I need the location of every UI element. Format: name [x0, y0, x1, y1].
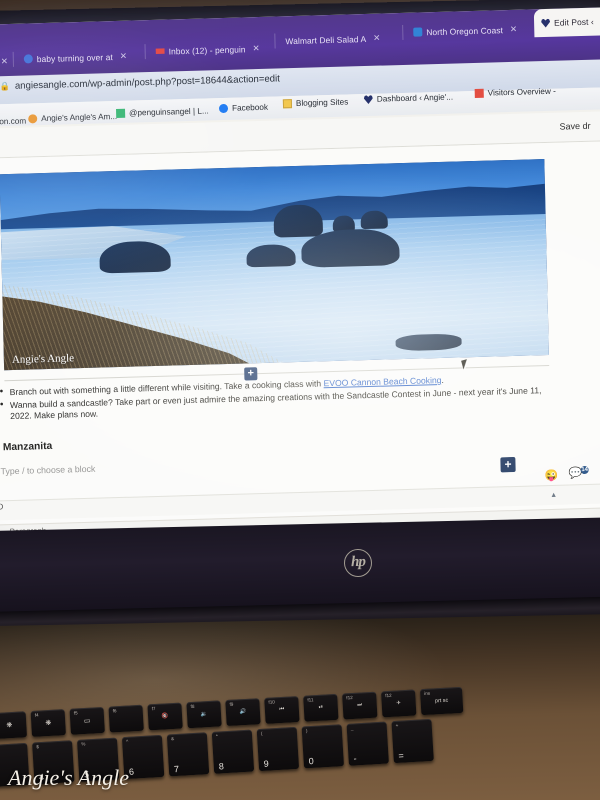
airplane-icon: ✈: [396, 700, 402, 707]
tab-inbox-penguin[interactable]: Inbox (12) - penguin ✕: [148, 35, 269, 65]
laptop-photo: ✕ baby turning over at ✕ Inbox (12) - pe…: [0, 0, 600, 800]
bookmark-amazon[interactable]: amazon.com: [0, 117, 26, 128]
notification-badge: 14: [580, 465, 589, 475]
bookmark-label: Visitors Overview -: [487, 86, 556, 98]
close-icon[interactable]: ✕: [1, 56, 8, 67]
previous-track-icon: ⏮: [279, 706, 285, 713]
amazon-smile-icon: [28, 114, 38, 124]
tab-baby-turning-over[interactable]: baby turning over at ✕: [16, 42, 139, 72]
photo-haystack-rock: [272, 204, 323, 238]
green-people-icon: [116, 108, 126, 118]
image-block[interactable]: Angie's Angle: [0, 159, 549, 371]
facebook-icon: [218, 103, 229, 114]
laptop-screen: ✕ baby turning over at ✕ Inbox (12) - pe…: [0, 7, 600, 545]
bookmark-label: Facebook: [231, 102, 269, 113]
next-track-icon: ⏭: [357, 701, 363, 709]
block-inserter-button[interactable]: +: [500, 456, 516, 473]
tab-label: Walmart Deli Salad A: [285, 33, 367, 46]
key-f3[interactable]: f3 ❋: [0, 711, 28, 740]
play-pause-icon: ⏯: [318, 704, 324, 711]
yoast-seo-label[interactable]: st SEO: [0, 502, 3, 512]
key-7[interactable]: & 7: [166, 732, 210, 777]
close-icon[interactable]: ✕: [252, 43, 259, 54]
key-8[interactable]: * 8: [211, 729, 255, 774]
scroll-up-icon[interactable]: ▲: [550, 492, 557, 499]
windows-icon: [413, 27, 423, 37]
bookmark-blogging-sites[interactable]: Blogging Sites: [282, 97, 349, 109]
generic-blue-icon: [23, 54, 33, 64]
volume-up-icon: 🔊: [239, 708, 247, 716]
heart-icon: [364, 95, 373, 104]
photo-sea-stack: [246, 244, 297, 268]
bookmark-facebook[interactable]: Facebook: [218, 102, 269, 114]
heading-block-manzanita[interactable]: Manzanita: [3, 441, 52, 453]
reaction-emoji-icon: 😜: [544, 469, 559, 483]
tab-label: baby turning over at: [36, 51, 113, 64]
tab-north-oregon-coast[interactable]: North Oregon Coast ✕: [406, 16, 527, 46]
key-f8-voldown[interactable]: f8 🔉: [186, 700, 222, 729]
key-f7-mute[interactable]: f7 🔇: [147, 702, 183, 731]
tab-walmart-deli-salad[interactable]: Walmart Deli Salad A ✕: [278, 24, 397, 54]
volume-down-icon: 🔉: [200, 711, 208, 718]
tab-label: Edit Post ‹: [553, 16, 594, 28]
key-equals[interactable]: + =: [391, 718, 434, 764]
key-print-screen[interactable]: ins prt sc: [419, 686, 464, 716]
close-icon[interactable]: ✕: [373, 33, 380, 44]
save-draft-button[interactable]: Save dr: [559, 121, 590, 132]
tab-edit-post[interactable]: Edit Post ‹: [533, 7, 600, 38]
folder-icon: [282, 99, 293, 109]
photo-watermark: Angie's Angle: [11, 352, 75, 366]
mail-icon: [156, 47, 165, 56]
key-f11-playpause[interactable]: f11 ⏯: [303, 693, 339, 722]
key-f4[interactable]: f4 ❋: [30, 709, 66, 737]
list-item-text: .: [441, 374, 444, 386]
evoo-cannon-beach-link[interactable]: EVOO Cannon Beach Cooking: [323, 375, 441, 388]
analytics-icon: [474, 88, 484, 98]
key-f12-next[interactable]: f12 ⏭: [342, 691, 378, 720]
key-0[interactable]: ) 0: [301, 724, 345, 769]
bookmark-label: amazon.com: [0, 116, 27, 127]
tab-label: Inbox (12) - penguin: [168, 43, 246, 56]
photo-sea-stack: [360, 210, 388, 229]
key-minus[interactable]: _ -: [346, 721, 389, 766]
key-f6[interactable]: f6: [108, 704, 144, 733]
lock-icon: 🔒: [0, 80, 10, 92]
heart-icon: [541, 18, 550, 27]
block-inserter-button[interactable]: +: [244, 367, 258, 381]
key-f10-prev[interactable]: f10 ⏮: [264, 696, 300, 724]
close-icon[interactable]: ✕: [120, 51, 127, 62]
key-f5[interactable]: f5 ▭: [69, 706, 105, 735]
key-f9-volup[interactable]: f9 🔊: [225, 698, 261, 727]
close-icon[interactable]: ✕: [510, 24, 517, 35]
key-airplane-mode[interactable]: f12 ✈: [381, 689, 417, 718]
photo-watermark-bottom: Angie's Angle: [8, 765, 129, 790]
mute-icon: 🔇: [161, 713, 169, 720]
tab-label: North Oregon Coast: [426, 24, 504, 37]
key-9[interactable]: ( 9: [256, 726, 300, 772]
bookmark-label: Blogging Sites: [295, 97, 349, 108]
